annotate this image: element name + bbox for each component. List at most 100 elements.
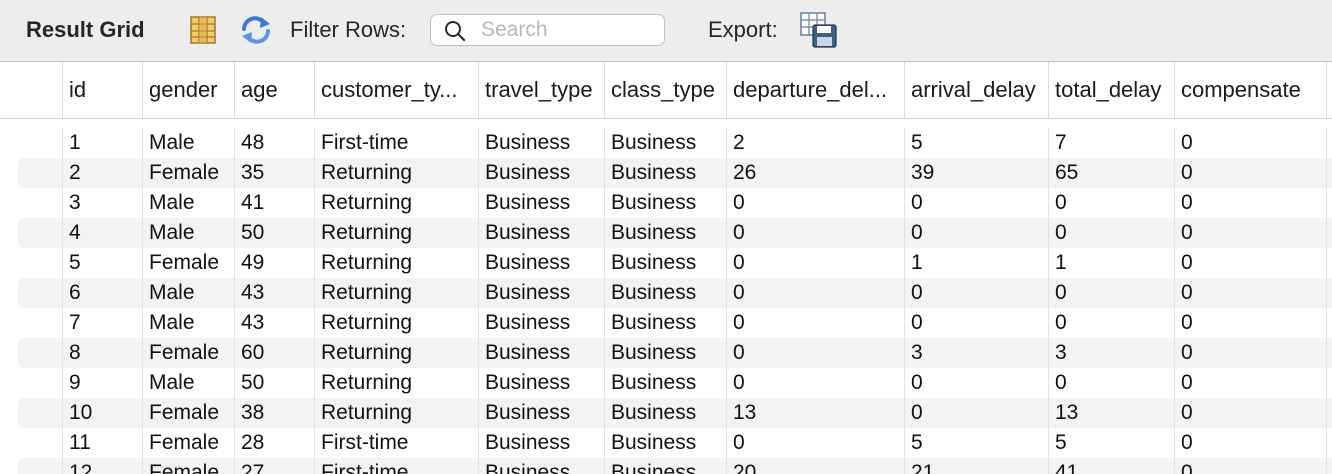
cell-travel-type[interactable]: Business — [478, 398, 604, 428]
cell-departure-delay[interactable]: 0 — [726, 188, 904, 218]
cell-total-delay[interactable]: 0 — [1048, 368, 1174, 398]
cell-total-delay[interactable]: 65 — [1048, 158, 1174, 188]
cell-class-type[interactable]: Business — [604, 128, 726, 158]
cell-gender[interactable]: Female — [142, 458, 234, 474]
cell-id[interactable]: 2 — [62, 158, 142, 188]
result-grid[interactable]: id gender age customer_ty... travel_type clas… — [0, 62, 1332, 474]
cell-travel-type[interactable]: Business — [478, 338, 604, 368]
cell-travel-type[interactable]: Business — [478, 278, 604, 308]
cell-age[interactable]: 48 — [234, 128, 314, 158]
cell-compensate[interactable]: 0 — [1174, 368, 1326, 398]
cell-gender[interactable]: Male — [142, 128, 234, 158]
header-col-gender[interactable]: gender — [142, 62, 234, 118]
cell-arrival-delay[interactable]: 21 — [904, 458, 1048, 474]
cell-travel-type[interactable]: Business — [478, 248, 604, 278]
cell-compensate[interactable]: 0 — [1174, 158, 1326, 188]
cell-id[interactable]: 11 — [62, 428, 142, 458]
cell-customer-type[interactable]: Returning — [314, 308, 478, 338]
cell-age[interactable]: 60 — [234, 338, 314, 368]
cell-travel-type[interactable]: Business — [478, 128, 604, 158]
refresh-icon[interactable] — [239, 15, 270, 45]
cell-total-delay[interactable]: 13 — [1048, 398, 1174, 428]
cell-departure-delay[interactable]: 13 — [726, 398, 904, 428]
cell-id[interactable]: 6 — [62, 278, 142, 308]
header-col-travel-type[interactable]: travel_type — [478, 62, 604, 118]
cell-travel-type[interactable]: Business — [478, 458, 604, 474]
table-row[interactable]: 12 Female 27 First-time Business Business 20 21… — [0, 458, 1332, 474]
cell-total-delay[interactable]: 0 — [1048, 188, 1174, 218]
cell-arrival-delay[interactable]: 39 — [904, 158, 1048, 188]
cell-customer-type[interactable]: Returning — [314, 278, 478, 308]
table-row[interactable]: 8 Female 60 Returning Business Business 0 3 3 0 — [0, 338, 1332, 368]
cell-travel-type[interactable]: Business — [478, 368, 604, 398]
cell-age[interactable]: 38 — [234, 398, 314, 428]
cell-customer-type[interactable]: Returning — [314, 338, 478, 368]
cell-class-type[interactable]: Business — [604, 248, 726, 278]
cell-departure-delay[interactable]: 0 — [726, 338, 904, 368]
cell-arrival-delay[interactable]: 1 — [904, 248, 1048, 278]
cell-compensate[interactable]: 0 — [1174, 278, 1326, 308]
cell-arrival-delay[interactable]: 3 — [904, 338, 1048, 368]
cell-id[interactable]: 8 — [62, 338, 142, 368]
cell-age[interactable]: 49 — [234, 248, 314, 278]
table-row[interactable]: 6 Male 43 Returning Business Business 0 0 0 0 — [0, 278, 1332, 308]
cell-gender[interactable]: Male — [142, 368, 234, 398]
cell-customer-type[interactable]: Returning — [314, 218, 478, 248]
export-save-icon[interactable] — [800, 12, 838, 48]
table-row[interactable]: 4 Male 50 Returning Business Business 0 0 0 0 — [0, 218, 1332, 248]
table-row[interactable]: 2 Female 35 Returning Business Business 26 39 65… — [0, 158, 1332, 188]
cell-id[interactable]: 3 — [62, 188, 142, 218]
cell-age[interactable]: 50 — [234, 368, 314, 398]
table-row[interactable]: 5 Female 49 Returning Business Business 0 1 1 0 — [0, 248, 1332, 278]
cell-customer-type[interactable]: First-time — [314, 128, 478, 158]
cell-compensate[interactable]: 0 — [1174, 128, 1326, 158]
cell-class-type[interactable]: Business — [604, 428, 726, 458]
cell-departure-delay[interactable]: 2 — [726, 128, 904, 158]
cell-class-type[interactable]: Business — [604, 188, 726, 218]
cell-gender[interactable]: Male — [142, 308, 234, 338]
cell-gender[interactable]: Male — [142, 218, 234, 248]
cell-customer-type[interactable]: First-time — [314, 458, 478, 474]
table-row[interactable]: 3 Male 41 Returning Business Business 0 0 0 0 — [0, 188, 1332, 218]
cell-compensate[interactable]: 0 — [1174, 218, 1326, 248]
cell-total-delay[interactable]: 3 — [1048, 338, 1174, 368]
table-row[interactable]: 10 Female 38 Returning Business Business 13 0 13… — [0, 398, 1332, 428]
header-col-class-type[interactable]: class_type — [604, 62, 726, 118]
cell-customer-type[interactable]: First-time — [314, 428, 478, 458]
filter-search-input[interactable] — [481, 18, 656, 42]
cell-class-type[interactable]: Business — [604, 338, 726, 368]
cell-age[interactable]: 28 — [234, 428, 314, 458]
cell-id[interactable]: 1 — [62, 128, 142, 158]
cell-total-delay[interactable]: 0 — [1048, 278, 1174, 308]
cell-customer-type[interactable]: Returning — [314, 158, 478, 188]
cell-age[interactable]: 43 — [234, 278, 314, 308]
cell-gender[interactable]: Female — [142, 428, 234, 458]
cell-id[interactable]: 10 — [62, 398, 142, 428]
header-col-arrival-delay[interactable]: arrival_delay — [904, 62, 1048, 118]
cell-age[interactable]: 50 — [234, 218, 314, 248]
cell-travel-type[interactable]: Business — [478, 218, 604, 248]
cell-total-delay[interactable]: 0 — [1048, 218, 1174, 248]
cell-arrival-delay[interactable]: 0 — [904, 368, 1048, 398]
cell-departure-delay[interactable]: 0 — [726, 248, 904, 278]
cell-customer-type[interactable]: Returning — [314, 398, 478, 428]
cell-arrival-delay[interactable]: 5 — [904, 428, 1048, 458]
table-row[interactable]: 9 Male 50 Returning Business Business 0 0 0 0 — [0, 368, 1332, 398]
cell-class-type[interactable]: Business — [604, 398, 726, 428]
cell-compensate[interactable]: 0 — [1174, 458, 1326, 474]
cell-gender[interactable]: Male — [142, 188, 234, 218]
cell-class-type[interactable]: Business — [604, 308, 726, 338]
cell-compensate[interactable]: 0 — [1174, 398, 1326, 428]
cell-total-delay[interactable]: 41 — [1048, 458, 1174, 474]
cell-departure-delay[interactable]: 0 — [726, 428, 904, 458]
table-row[interactable]: 1 Male 48 First-time Business Business 2 5 7 0 — [0, 128, 1332, 158]
cell-customer-type[interactable]: Returning — [314, 188, 478, 218]
cell-compensate[interactable]: 0 — [1174, 188, 1326, 218]
grid-layout-icon[interactable] — [189, 15, 219, 45]
cell-class-type[interactable]: Business — [604, 158, 726, 188]
cell-total-delay[interactable]: 5 — [1048, 428, 1174, 458]
cell-gender[interactable]: Female — [142, 248, 234, 278]
cell-gender[interactable]: Female — [142, 158, 234, 188]
cell-id[interactable]: 9 — [62, 368, 142, 398]
cell-departure-delay[interactable]: 0 — [726, 278, 904, 308]
